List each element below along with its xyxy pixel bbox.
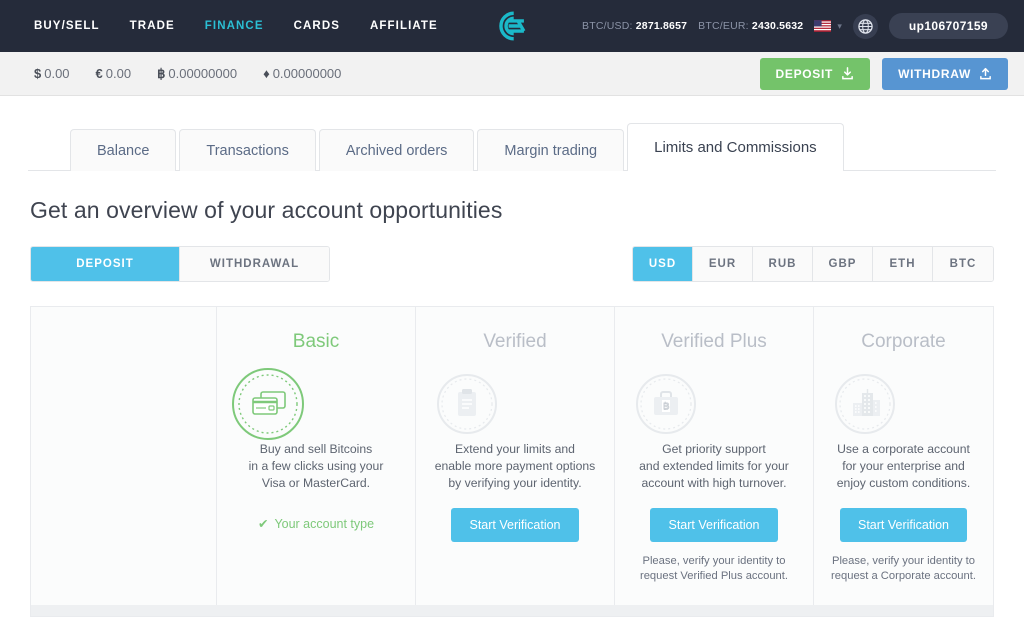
globe-button[interactable] [852, 13, 878, 39]
tab-archived-orders[interactable]: Archived orders [318, 129, 475, 171]
withdraw-button[interactable]: WITHDRAW [882, 57, 1008, 90]
main-nav-links: BUY/SELL TRADE FINANCE CARDS AFFILIATE [34, 20, 438, 32]
check-icon: ✔ [257, 517, 269, 531]
upload-icon [980, 67, 991, 80]
balance-btc: ฿ 0.00000000 [157, 66, 237, 82]
direction-toggle: DEPOSIT WITHDRAWAL [30, 246, 330, 282]
balance-eur: €0.00 [96, 66, 132, 81]
account-desc-basic: Buy and sell Bitcoins in a few clicks us… [248, 442, 384, 490]
tab-transactions[interactable]: Transactions [179, 129, 316, 171]
user-account-button[interactable]: up106707159 [888, 13, 1008, 39]
withdraw-button-label: WITHDRAW [898, 66, 971, 81]
tabs-section: Balance Transactions Archived orders Mar… [0, 121, 1024, 171]
account-card-corporate: Corporate Use a corporate account for yo… [814, 307, 993, 605]
nav-item-trade[interactable]: TRADE [130, 20, 175, 32]
deposit-button-label: DEPOSIT [775, 66, 834, 81]
us-flag-icon[interactable] [814, 20, 832, 32]
account-desc-verified-plus: Get priority support and extended limits… [639, 442, 789, 490]
globe-icon [858, 18, 873, 34]
clipboard-icon [437, 374, 497, 434]
rate-btc-usd: BTC/USD: 2871.8657 [582, 20, 687, 32]
account-note-verified-plus: Please, verify your identity to request … [639, 555, 788, 582]
nav-item-affiliate[interactable]: AFFILIATE [370, 20, 438, 32]
balance-eth: ♦ 0.00000000 [263, 66, 341, 81]
rate-btc-eur: BTC/EUR: 2430.5632 [698, 20, 803, 32]
balance-actions: DEPOSIT WITHDRAW [759, 57, 1008, 90]
top-navigation-bar: BUY/SELL TRADE FINANCE CARDS AFFILIATE B… [0, 0, 1024, 52]
account-tabs: Balance Transactions Archived orders Mar… [0, 121, 1024, 171]
office-buildings-icon [835, 374, 895, 434]
nav-item-buy-sell[interactable]: BUY/SELL [34, 20, 100, 32]
account-name-corporate: Corporate [861, 331, 946, 352]
chevron-down-icon[interactable]: ▾ [837, 21, 842, 32]
controls-row: DEPOSIT WITHDRAWAL USD EUR RUB GBP ETH B… [30, 246, 994, 282]
account-card-basic: Basic Buy and sell Bitcoins in a few cli… [217, 307, 416, 605]
tab-margin-trading[interactable]: Margin trading [477, 129, 625, 171]
tab-limits-and-commissions[interactable]: Limits and Commissions [627, 123, 844, 171]
verified-plus-badge: B [629, 367, 703, 441]
download-icon [842, 67, 853, 80]
tab-balance[interactable]: Balance [70, 129, 177, 171]
deposit-button[interactable]: DEPOSIT [759, 57, 871, 90]
account-current-label: Your account type [274, 516, 375, 531]
cex-logo-icon [499, 11, 526, 41]
corporate-badge [828, 367, 902, 441]
rate-btc-eur-label: BTC/EUR: [698, 20, 749, 32]
nav-right-section: BTC/USD: 2871.8657 BTC/EUR: 2430.5632 ▾ … [582, 13, 1008, 39]
balance-eth-symbol: ♦ [263, 66, 270, 81]
nav-item-finance[interactable]: FINANCE [205, 20, 264, 32]
balance-bar: $0.00 €0.00 ฿ 0.00000000 ♦ 0.00000000 DEPO… [0, 52, 1024, 96]
account-current-badge: ✔ Your account type [231, 516, 401, 532]
rate-btc-usd-label: BTC/USD: [582, 20, 633, 32]
rate-btc-eur-value: 2430.5632 [751, 20, 804, 32]
currency-eur[interactable]: EUR [693, 247, 753, 281]
start-verification-button-verified-plus[interactable]: Start Verification [650, 508, 778, 542]
account-name-basic: Basic [292, 331, 340, 352]
balance-eur-symbol: € [95, 66, 103, 81]
account-card-verified: Verified Extend your limits and enable m… [416, 307, 615, 605]
currency-usd[interactable]: USD [633, 247, 693, 281]
balance-btc-symbol: ฿ [157, 65, 166, 81]
balance-usd: $0.00 [34, 66, 70, 81]
balance-usd-amount: 0.00 [44, 66, 70, 81]
balance-eur-amount: 0.00 [105, 66, 132, 81]
account-note-corporate: Please, verify your identity to request … [831, 555, 976, 582]
currency-selector: USD EUR RUB GBP ETH BTC [632, 246, 994, 282]
currency-btc[interactable]: BTC [933, 247, 993, 281]
credit-cards-icon [232, 368, 304, 440]
account-desc-verified: Extend your limits and enable more payme… [434, 442, 596, 490]
nav-item-cards[interactable]: CARDS [294, 20, 340, 32]
verified-badge [430, 367, 504, 441]
account-name-verified: Verified [483, 331, 547, 352]
account-types-table: Basic Buy and sell Bitcoins in a few cli… [30, 306, 994, 605]
start-verification-button-verified[interactable]: Start Verification [451, 508, 579, 542]
currency-rub[interactable]: RUB [753, 247, 813, 281]
toggle-withdrawal[interactable]: WITHDRAWAL [180, 247, 329, 281]
page-title: Get an overview of your account opportun… [30, 197, 503, 223]
account-name-verified-plus: Verified Plus [661, 331, 767, 352]
basic-badge [231, 367, 305, 441]
briefcase-bitcoin-icon: B [636, 374, 696, 434]
account-card-verified-plus: Verified Plus B Get priority support and… [615, 307, 814, 605]
balance-btc-amount: 0.00000000 [168, 65, 238, 81]
balance-eth-amount: 0.00000000 [272, 66, 342, 81]
toggle-deposit[interactable]: DEPOSIT [31, 247, 180, 281]
start-verification-button-corporate[interactable]: Start Verification [839, 508, 967, 542]
account-table-label-column [31, 307, 217, 605]
account-table-footer-row [30, 605, 994, 617]
currency-gbp[interactable]: GBP [813, 247, 873, 281]
currency-eth[interactable]: ETH [873, 247, 933, 281]
rate-btc-usd-value: 2871.8657 [635, 20, 688, 32]
balance-usd-symbol: $ [34, 66, 42, 81]
account-desc-corporate: Use a corporate account for your enterpr… [836, 442, 971, 490]
page-content: Get an overview of your account opportun… [0, 197, 1024, 617]
